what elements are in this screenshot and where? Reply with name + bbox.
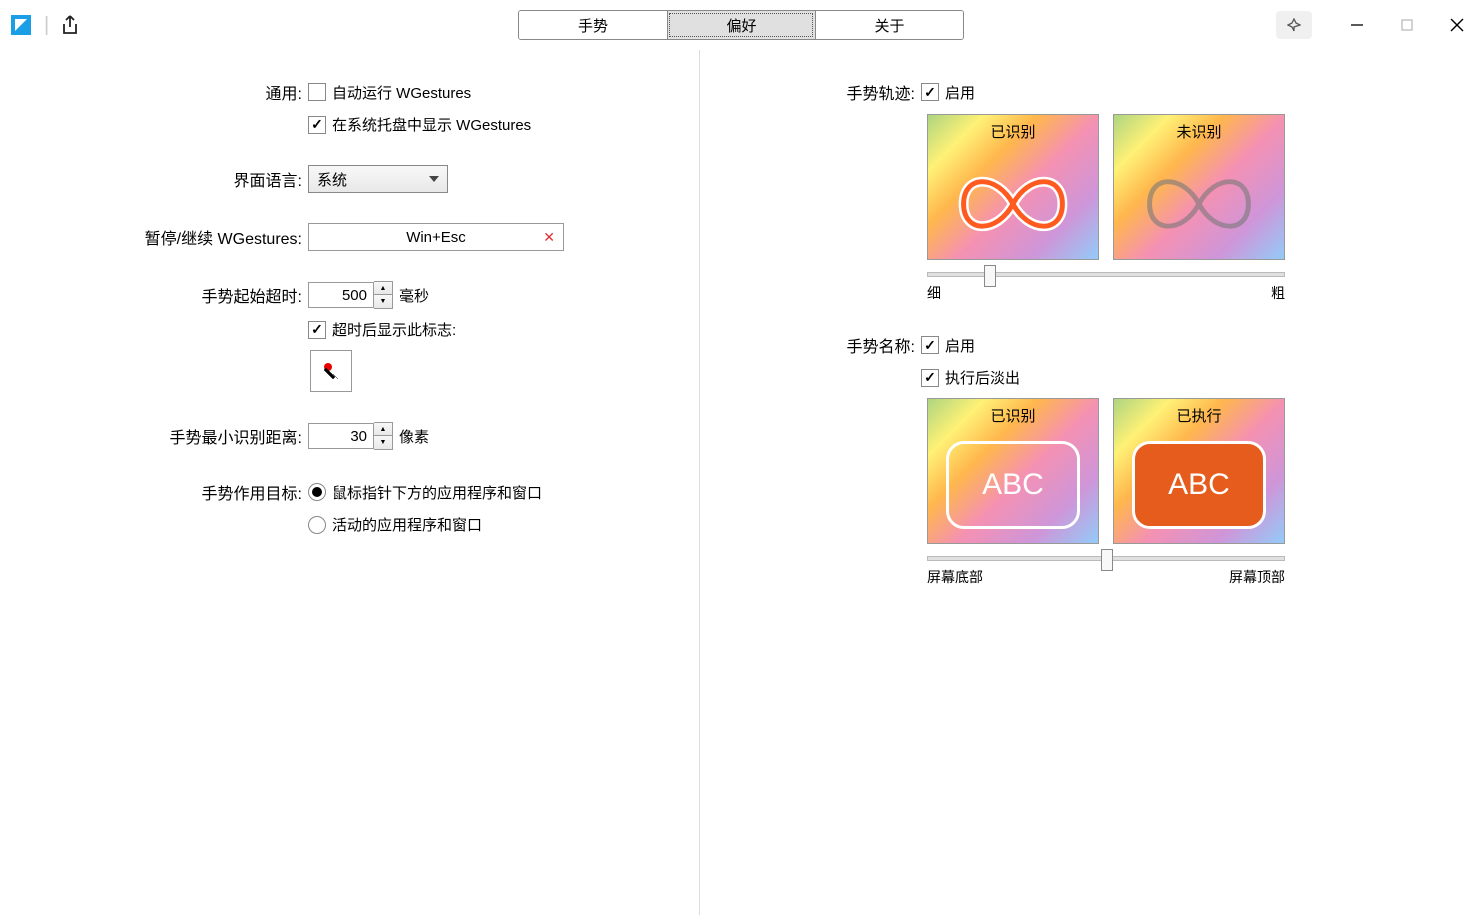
timeout-down[interactable]: ▼ [374, 295, 392, 308]
target-active-radio[interactable] [308, 516, 326, 534]
name-position-slider[interactable] [927, 556, 1285, 561]
screen-bottom-label: 屏幕底部 [927, 567, 983, 587]
name-preview-recognized[interactable]: 已识别 ABC [927, 398, 1099, 544]
pin-button[interactable] [1276, 11, 1312, 39]
maximize-button[interactable] [1382, 0, 1432, 50]
autorun-label: 自动运行 WGestures [332, 82, 471, 103]
name-recognized-label: 已识别 [928, 405, 1098, 426]
minimize-button[interactable] [1332, 0, 1382, 50]
target-active-label: 活动的应用程序和窗口 [332, 514, 482, 535]
name-executed-label: 已执行 [1114, 405, 1284, 426]
app-window: | 手势 偏好 关于 通用: 自动运行 WGe [0, 0, 1482, 915]
show-tray-label: 在系统托盘中显示 WGestures [332, 114, 531, 135]
trail-previews: 已识别 未识别 [927, 114, 1482, 260]
name-position-thumb[interactable] [1101, 549, 1113, 571]
name-enable-checkbox[interactable] [921, 336, 939, 354]
min-dist-input[interactable] [308, 423, 374, 449]
titlebar: | 手势 偏好 关于 [0, 0, 1482, 50]
show-flag-label: 超时后显示此标志: [332, 319, 456, 340]
trail-enable-checkbox[interactable] [921, 83, 939, 101]
min-dist-unit: 像素 [399, 426, 429, 447]
target-under-cursor-radio[interactable] [308, 483, 326, 501]
general-label: 通用: [0, 80, 308, 104]
trail-enable-label: 启用 [945, 82, 975, 103]
trail-thickness-slider[interactable] [927, 272, 1285, 277]
min-dist-up[interactable]: ▲ [374, 423, 392, 436]
timeout-flag-preview [310, 350, 352, 392]
left-panel: 通用: 自动运行 WGestures 在系统托盘中显示 WGestures 界面… [0, 50, 700, 915]
pause-hotkey-input[interactable]: Win+Esc ✕ [308, 223, 564, 251]
show-tray-checkbox[interactable] [308, 116, 326, 134]
preview-recognized-label: 已识别 [928, 121, 1098, 142]
fade-label: 执行后淡出 [945, 367, 1020, 388]
min-dist-spinner: ▲ ▼ [308, 422, 393, 450]
name-preview-executed[interactable]: 已执行 ABC [1113, 398, 1285, 544]
titlebar-right [1276, 0, 1482, 50]
thick-label: 粗 [1271, 283, 1285, 303]
language-label: 界面语言: [0, 167, 308, 191]
content: 通用: 自动运行 WGestures 在系统托盘中显示 WGestures 界面… [0, 50, 1482, 915]
app-icon [8, 12, 34, 38]
right-panel: 手势轨迹: 启用 已识别 未识别 [700, 50, 1482, 915]
autorun-checkbox[interactable] [308, 83, 326, 101]
show-flag-checkbox[interactable] [308, 321, 326, 339]
screen-top-label: 屏幕顶部 [1229, 567, 1285, 587]
tab-about[interactable]: 关于 [815, 11, 963, 39]
language-select[interactable]: 系统 [308, 165, 448, 193]
timeout-up[interactable]: ▲ [374, 282, 392, 295]
fade-checkbox[interactable] [921, 369, 939, 387]
trail-thickness-thumb[interactable] [984, 265, 996, 287]
name-enable-label: 启用 [945, 335, 975, 356]
timeout-unit: 毫秒 [399, 285, 429, 306]
separator: | [44, 14, 49, 37]
titlebar-left: | [8, 12, 81, 38]
min-dist-down[interactable]: ▼ [374, 436, 392, 449]
preview-unrecognized-label: 未识别 [1114, 121, 1284, 142]
target-under-cursor-label: 鼠标指针下方的应用程序和窗口 [332, 482, 542, 503]
timeout-input[interactable] [308, 282, 374, 308]
tab-preferences[interactable]: 偏好 [667, 11, 815, 39]
share-icon[interactable] [59, 14, 81, 36]
language-value: 系统 [317, 169, 347, 190]
pause-label: 暂停/继续 WGestures: [0, 225, 308, 249]
trail-preview-unrecognized[interactable]: 未识别 [1113, 114, 1285, 260]
min-dist-label: 手势最小识别距离: [0, 424, 308, 448]
name-position-slider-wrap: 屏幕底部 屏幕顶部 [927, 556, 1285, 587]
close-button[interactable] [1432, 0, 1482, 50]
tab-group: 手势 偏好 关于 [518, 10, 964, 40]
abc-badge-outline: ABC [946, 441, 1080, 529]
trail-label: 手势轨迹: [700, 80, 921, 104]
thin-label: 细 [927, 283, 941, 303]
trail-thickness-slider-wrap: 细 粗 [927, 272, 1285, 303]
timeout-label: 手势起始超时: [0, 283, 308, 307]
timeout-spinner: ▲ ▼ [308, 281, 393, 309]
name-previews: 已识别 ABC 已执行 ABC [927, 398, 1482, 544]
trail-preview-recognized[interactable]: 已识别 [927, 114, 1099, 260]
clear-hotkey-icon[interactable]: ✕ [543, 229, 555, 246]
tab-gestures[interactable]: 手势 [519, 11, 667, 39]
pause-hotkey-value: Win+Esc [406, 229, 466, 246]
abc-badge-filled: ABC [1132, 441, 1266, 529]
target-label: 手势作用目标: [0, 480, 308, 504]
name-label: 手势名称: [700, 333, 921, 357]
